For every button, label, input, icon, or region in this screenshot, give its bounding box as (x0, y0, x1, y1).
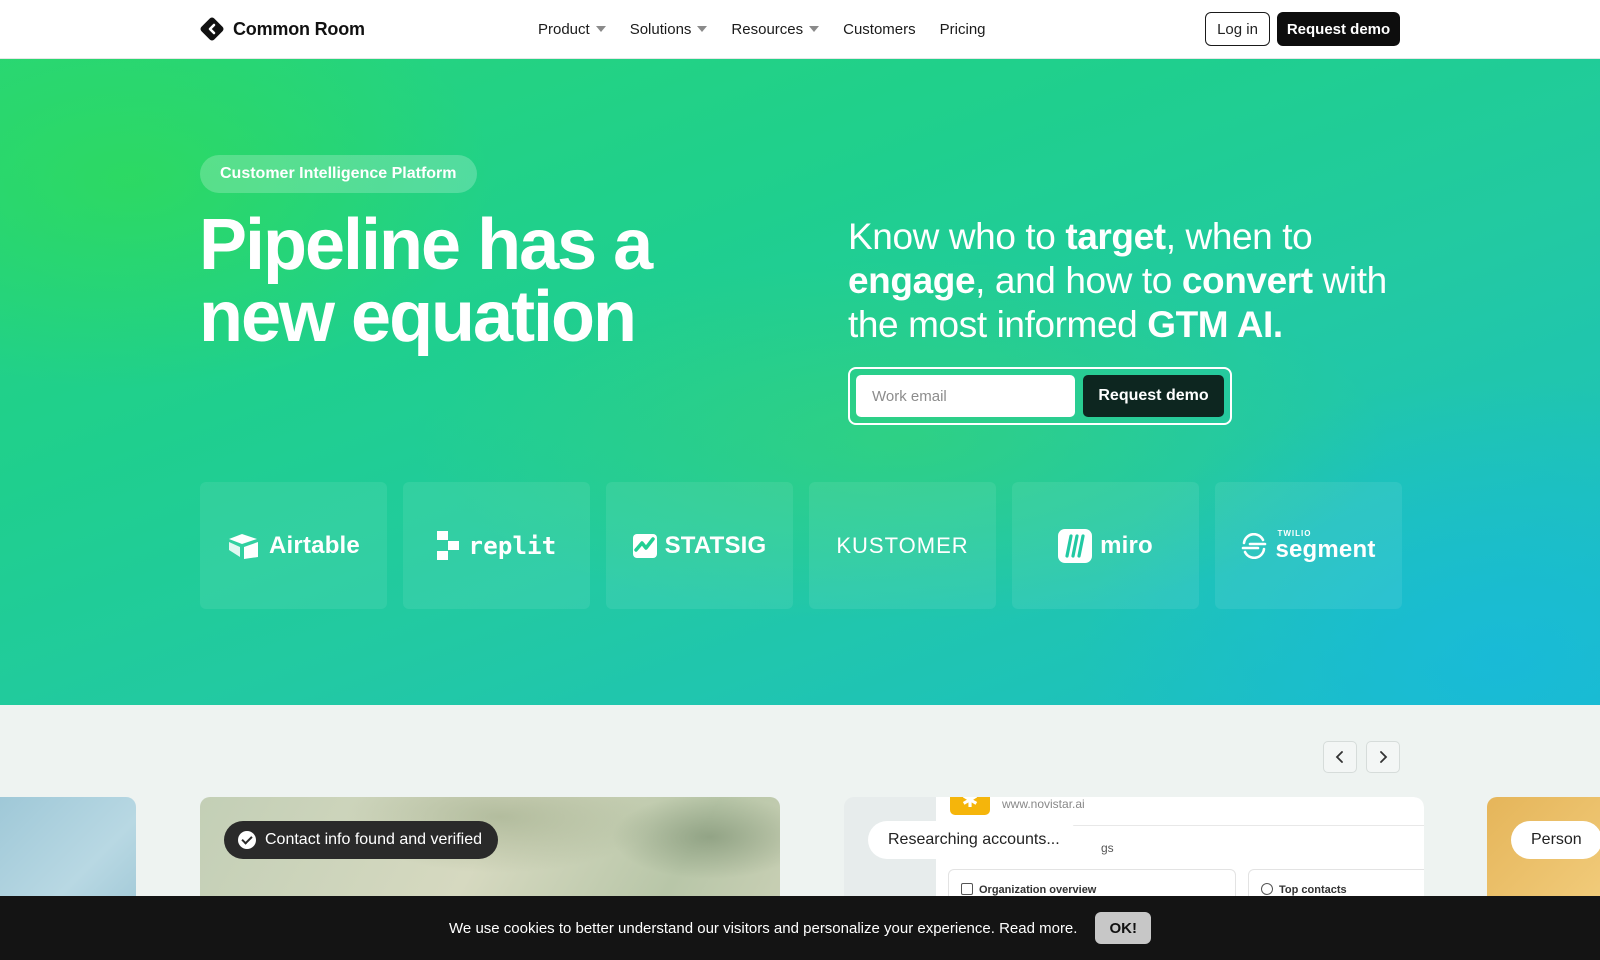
nav-product[interactable]: Product (538, 21, 606, 38)
brand-name: Common Room (233, 18, 365, 39)
preview-partial-text: gs (1101, 841, 1114, 855)
work-email-input[interactable] (856, 375, 1075, 417)
carousel-next-button[interactable] (1366, 741, 1400, 773)
tagline-text: , when to (1165, 216, 1313, 257)
category-pill: Customer Intelligence Platform (200, 155, 477, 193)
logo-name: miro (1100, 531, 1153, 559)
main-nav: Product Solutions Resources Customers Pr… (538, 0, 986, 58)
building-icon (961, 883, 973, 895)
logo-tile-airtable: Airtable (200, 482, 387, 609)
miro-icon (1058, 528, 1093, 563)
customer-logo-row: Airtable replit STATSIG KUSTOMER miro TW… (200, 482, 1402, 609)
logo-name: Airtable (269, 531, 360, 559)
nav-resources-label: Resources (731, 20, 804, 38)
asterisk-icon: ✱ (950, 797, 990, 815)
status-chip: Person (1511, 821, 1600, 859)
brand-logo[interactable]: Common Room (199, 16, 365, 42)
request-demo-button[interactable]: Request demo (1277, 12, 1400, 46)
statsig-icon (632, 533, 657, 558)
hero-section: Customer Intelligence Platform Pipeline … (0, 59, 1600, 705)
segment-icon (1242, 532, 1267, 559)
hero-tagline: Know who to target, when to engage, and … (848, 215, 1408, 347)
status-chip-label: Researching accounts... (888, 831, 1060, 848)
top-navigation: Common Room Product Solutions Resources … (0, 0, 1600, 59)
user-circle-icon (1261, 883, 1273, 895)
tagline-emphasis: GTM AI. (1147, 304, 1283, 345)
logo-name: replit (468, 531, 557, 560)
caret-down-icon (809, 26, 820, 32)
login-button[interactable]: Log in (1205, 12, 1270, 46)
cookie-message: We use cookies to better understand our … (449, 919, 1078, 937)
nav-pricing-label: Pricing (939, 20, 986, 38)
check-circle-icon (238, 831, 256, 849)
caret-down-icon (697, 26, 708, 32)
nav-solutions[interactable]: Solutions (630, 21, 708, 38)
cookie-ok-button[interactable]: OK! (1095, 912, 1151, 944)
cookie-banner: We use cookies to better understand our … (0, 896, 1600, 960)
nav-product-label: Product (538, 20, 590, 38)
demo-request-form: Request demo (848, 367, 1232, 425)
tagline-emphasis: convert (1181, 260, 1313, 301)
tagline-emphasis: target (1065, 216, 1166, 257)
logo-name: KUSTOMER (836, 532, 969, 558)
logo-name: segment (1275, 535, 1376, 563)
logo-tile-statsig: STATSIG (606, 482, 793, 609)
tagline-emphasis: engage (848, 260, 976, 301)
status-chip: Researching accounts... (868, 821, 1080, 859)
nav-customers[interactable]: Customers (843, 21, 916, 38)
caret-down-icon (595, 26, 606, 32)
logo-tile-segment: TWILIO segment (1215, 482, 1402, 609)
logo-name: STATSIG (664, 531, 767, 559)
preview-box-label: Organization overview (979, 884, 1097, 896)
tagline-text: , and how to (975, 260, 1182, 301)
status-chip-label: Contact info found and verified (265, 831, 483, 848)
airtable-icon (229, 533, 259, 559)
chevron-left-icon (1335, 751, 1343, 763)
nav-customers-label: Customers (843, 20, 916, 38)
tagline-text: Know who to (848, 216, 1066, 257)
preview-url: www.novistar.ai (1002, 797, 1085, 811)
form-request-demo-button[interactable]: Request demo (1083, 375, 1224, 417)
preview-box-label: Top contacts (1279, 884, 1347, 896)
hero-headline: Pipeline has a new equation (199, 205, 653, 357)
logo-tile-miro: miro (1012, 482, 1199, 609)
nav-solutions-label: Solutions (629, 20, 692, 38)
segment-wordmark: TWILIO segment (1275, 529, 1376, 563)
status-chip: Contact info found and verified (224, 821, 499, 859)
chevron-right-icon (1380, 751, 1388, 763)
common-room-logo-icon (200, 17, 224, 41)
nav-pricing[interactable]: Pricing (940, 21, 986, 38)
nav-resources[interactable]: Resources (731, 20, 820, 38)
carousel-prev-button[interactable] (1323, 741, 1357, 773)
replit-icon (436, 530, 459, 560)
status-chip-label: Person (1531, 831, 1582, 848)
logo-tile-kustomer: KUSTOMER (809, 482, 996, 609)
logo-tile-replit: replit (403, 482, 590, 609)
